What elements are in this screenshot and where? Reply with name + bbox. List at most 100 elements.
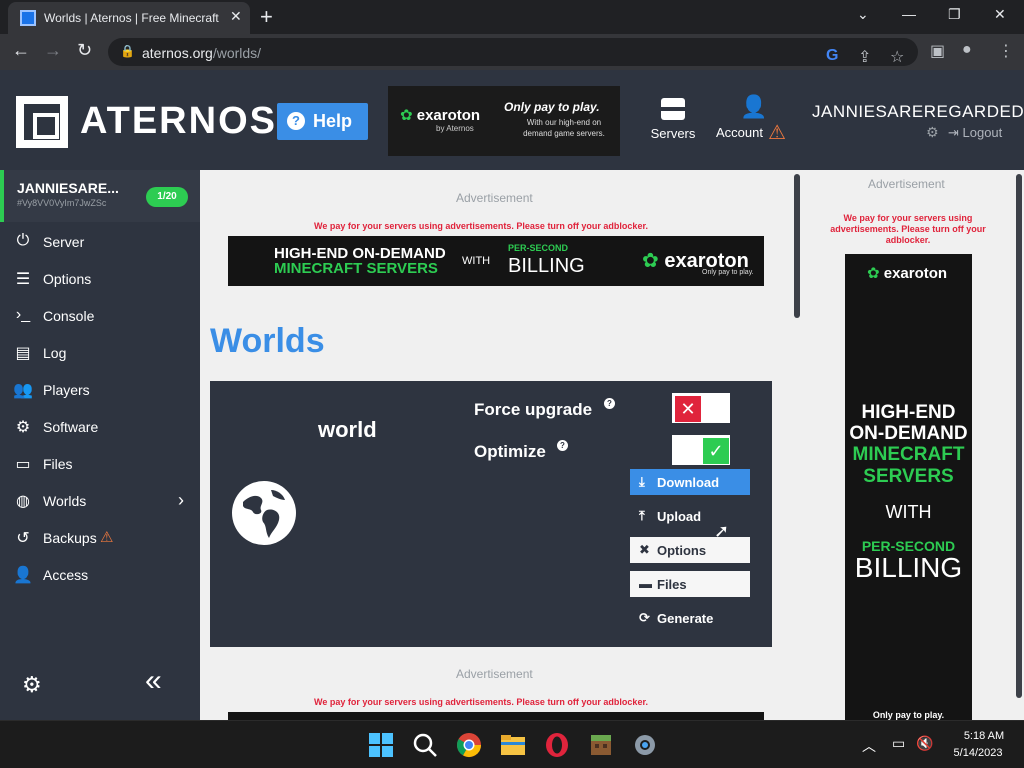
close-window-button[interactable]: ✕ [994,6,1006,23]
restore-button[interactable]: ❐ [948,6,961,23]
collapse-sidebar-icon[interactable]: « [145,664,162,698]
side-ad-line: HIGH-END ON-DEMAND [849,402,968,444]
player-count-badge: 1/20 [146,187,188,207]
side-banner-ad[interactable]: ✿ exaroton HIGH-END ON-DEMAND MINECRAFT SE… [845,254,972,720]
content-scrollbar[interactable] [794,174,800,318]
force-upgrade-label: Force upgrade [474,400,593,419]
logout-link[interactable]: ⇥ Logout [948,125,1002,141]
search-icon[interactable] [410,730,440,760]
generate-button[interactable]: ⟳ Generate [630,605,750,631]
warning-icon: ⚠ [100,529,114,546]
sidebar-item-software[interactable]: ⚙ Software [0,408,200,445]
sidebar-item-label: Console [43,308,95,324]
minecraft-icon[interactable] [586,730,616,760]
side-panel-icon[interactable]: ▣ [930,41,945,61]
sidebar-item-access[interactable]: 👤 Access [0,556,200,593]
share-icon[interactable]: ⇪ [858,47,871,67]
power-icon: ⏻ [16,232,30,249]
sidebar-item-label: Software [43,419,99,435]
adblock-warning: We pay for your servers using advertisem… [314,221,648,231]
browser-tab[interactable]: Worlds | Aternos | Free Minecraft ✕ [8,2,250,34]
header-advertisement[interactable]: ✿ exaroton by Aternos Only pay to play. … [388,86,620,156]
profile-icon[interactable]: ● [962,41,972,59]
page-scrollbar[interactable] [1016,174,1022,698]
sidebar-item-server[interactable]: ⏻ Server [0,223,200,260]
bookmark-star-icon[interactable]: ☆ [890,47,904,67]
windows-start-icon[interactable] [366,730,396,760]
settings-gear-icon[interactable]: ⚙ [926,124,939,141]
sidebar-item-console[interactable]: ›_ Console [0,297,200,334]
tray-chevron-up-icon[interactable]: ︿ [862,736,876,756]
browser-menu-icon[interactable]: ⋮ [998,41,1014,61]
site-logo-text[interactable]: ATERNOS [80,100,277,143]
help-button[interactable]: ? Help [277,103,368,140]
file-explorer-icon[interactable] [498,730,528,760]
network-icon[interactable]: ▭ [892,735,905,752]
world-card: world Force upgrade ? ✕ Optimize ? ✓ ⤓ D… [210,381,772,647]
minimize-button[interactable]: — [902,6,916,22]
user-lock-icon: 👤 [13,567,33,584]
optimize-label: Optimize [474,442,546,461]
site-header: ATERNOS ? Help ✿ exaroton by Aternos Onl… [0,70,1024,170]
file-icon: ▤ [15,345,31,362]
main-content: Advertisement We pay for your servers us… [200,170,1024,720]
account-label: Account [716,125,763,140]
x-icon: ✕ [675,396,701,422]
banner-headline: HIGH-END ON-DEMAND MINECRAFT SERVERS [274,245,446,277]
tab-search-icon[interactable]: ⌄ [857,6,869,23]
force-upgrade-toggle[interactable]: ✕ [671,392,731,424]
files-button[interactable]: ▬ Files [630,571,750,597]
folder-icon: ▬ [639,576,652,591]
terminal-icon: ›_ [15,306,31,323]
side-ad-tagline: Only pay to play. [872,710,945,720]
aternos-favicon-icon [20,10,36,26]
check-icon: ✓ [703,438,729,464]
servers-label: Servers [650,126,696,141]
address-bar[interactable]: 🔒 aternos.org/worlds/ G ⇪ ☆ [108,38,918,66]
force-upgrade-help-icon[interactable]: ? [604,398,615,409]
clock-date[interactable]: 5/14/2023 [946,747,1010,759]
forward-arrow-icon[interactable]: → [44,40,62,61]
bottom-banner-ad[interactable] [228,712,764,720]
options-button[interactable]: ✖ Options [630,537,750,563]
download-button[interactable]: ⤓ Download [630,469,750,495]
reload-icon[interactable]: ↻ [77,40,92,61]
users-icon: 👥 [13,382,33,399]
page-title: Worlds [210,322,325,360]
settings-icon[interactable] [630,730,660,760]
sidebar-item-files[interactable]: ▭ Files [0,445,200,482]
chrome-icon[interactable] [454,730,484,760]
refresh-icon: ⟳ [639,610,650,625]
upload-button[interactable]: ⤒ Upload [630,503,750,529]
sidebar-settings-gear-icon[interactable]: ⚙ [22,672,42,698]
aternos-logo-icon[interactable] [16,96,68,148]
tab-close-icon[interactable]: ✕ [230,8,242,25]
world-name: world [318,417,377,442]
sidebar-item-label: Server [43,234,85,250]
new-tab-button[interactable]: + [260,4,273,30]
side-ad-with: WITH [885,502,932,522]
sidebar-item-backups[interactable]: ↺ Backups ⚠ [0,519,200,556]
sidebar-item-label: Worlds [43,493,87,509]
google-lens-icon[interactable]: G [826,47,838,65]
clock-time[interactable]: 5:18 AM [958,730,1010,742]
top-banner-ad[interactable]: HIGH-END ON-DEMAND MINECRAFT SERVERS WITH… [228,236,764,286]
servers-link[interactable]: Servers [645,98,701,141]
server-card[interactable]: JANNIESARE... #Vy8VV0VyIm7JwZSc 1/20 [0,170,200,222]
optimize-toggle[interactable]: ✓ [671,434,731,466]
sliders-icon: ☰ [15,271,31,288]
world-globe-icon [232,481,296,545]
back-arrow-icon[interactable]: ← [12,40,30,61]
sidebar-item-players[interactable]: 👥 Players [0,371,200,408]
opera-icon[interactable] [542,730,572,760]
chevron-right-icon: › [178,490,184,510]
upload-icon: ⤒ [639,508,645,523]
download-icon: ⤓ [639,474,645,489]
optimize-help-icon[interactable]: ? [557,440,568,451]
sidebar-item-options[interactable]: ☰ Options [0,260,200,297]
sidebar-item-log[interactable]: ▤ Log [0,334,200,371]
sidebar-item-label: Players [43,382,90,398]
volume-muted-icon[interactable]: 🔇 [916,735,933,752]
sidebar-item-worlds[interactable]: ◍ Worlds › [0,482,200,519]
exaroton-logo: ✿ exaroton [400,107,481,124]
